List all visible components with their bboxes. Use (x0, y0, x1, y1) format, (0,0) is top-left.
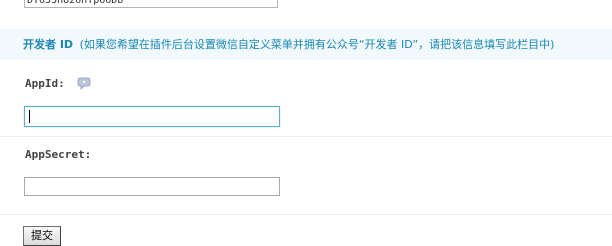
token-field[interactable]: DY055h826hYp66Db (24, 0, 278, 8)
appsecret-input[interactable] (24, 177, 280, 196)
appsecret-label: AppSecret: (25, 148, 92, 161)
submit-button[interactable]: 提交 (23, 226, 61, 246)
appid-label: AppId: (25, 77, 65, 90)
row-divider (0, 214, 612, 215)
row-divider (0, 136, 612, 137)
developer-id-title: 开发者 ID (23, 38, 74, 51)
text-caret (29, 110, 30, 123)
help-bubble-icon[interactable] (77, 77, 91, 90)
developer-id-banner: 开发者 ID (如果您希望在插件后台设置微信自定义菜单并拥有公众号“开发者 ID… (0, 29, 612, 60)
appid-input[interactable] (24, 106, 280, 127)
developer-id-hint: (如果您希望在插件后台设置微信自定义菜单并拥有公众号“开发者 ID”，请把该信息… (79, 38, 555, 51)
